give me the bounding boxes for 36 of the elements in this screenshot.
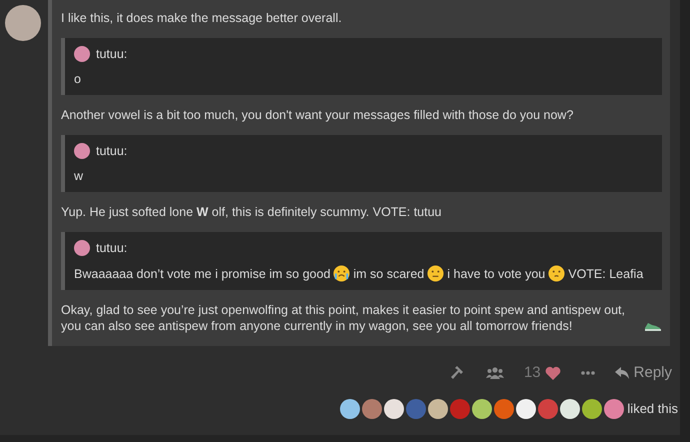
emoji-face-icon [333, 265, 350, 282]
post-text: Yup. He just softed lone W olf, this is definitely scummy. VOTE: tutuu [61, 204, 442, 220]
quote-text: VOTE: Leafia [568, 266, 644, 282]
liker-avatar[interactable] [340, 398, 360, 418]
avatar [74, 240, 90, 256]
quote-text: i have to vote you [447, 266, 546, 282]
quote-author[interactable]: tutuu: [96, 46, 128, 62]
hammer-icon[interactable] [450, 365, 466, 382]
quote-author[interactable]: tutuu: [96, 240, 128, 256]
avatar [74, 143, 90, 159]
avatar [74, 46, 90, 62]
liker-avatar[interactable] [428, 398, 448, 418]
reply-button[interactable]: Reply [614, 362, 672, 384]
emoji-face-icon [548, 265, 566, 282]
sneaker-icon [644, 320, 662, 332]
liker-avatar[interactable] [384, 398, 404, 418]
post-text: Another vowel is a bit too much, you don't want your messages filled with those do you now? [61, 107, 574, 123]
reply-icon [614, 367, 629, 380]
liker-avatar[interactable] [516, 398, 536, 418]
quote-text: w [74, 168, 84, 184]
liker-avatar[interactable] [582, 398, 602, 418]
quote-text: im so scared [353, 266, 424, 282]
quote-author[interactable]: tutuu: [96, 143, 128, 159]
quote-text: o [74, 71, 81, 87]
quote-text: Bwaaaaaa don’t vote me i promise im so good [74, 266, 330, 282]
more-dots-icon[interactable] [580, 371, 595, 376]
liker-avatar[interactable] [560, 398, 580, 418]
user-avatar[interactable] [5, 5, 41, 41]
liker-avatar[interactable] [604, 398, 624, 418]
liked-this-label: liked this [627, 400, 678, 418]
heart-icon [544, 366, 561, 380]
emoji-face-icon [427, 265, 444, 282]
post-text: I like this, it does make the message better overall. [61, 10, 342, 26]
post-text: Okay, glad to see you’re just openwolfing at this point, makes it easier to point spew and antispew out, you can also see antispew from anyone currently in my wagon, see you all tomorrow friends! [61, 302, 626, 334]
liker-avatar[interactable] [472, 398, 492, 418]
people-icon[interactable] [486, 367, 504, 380]
